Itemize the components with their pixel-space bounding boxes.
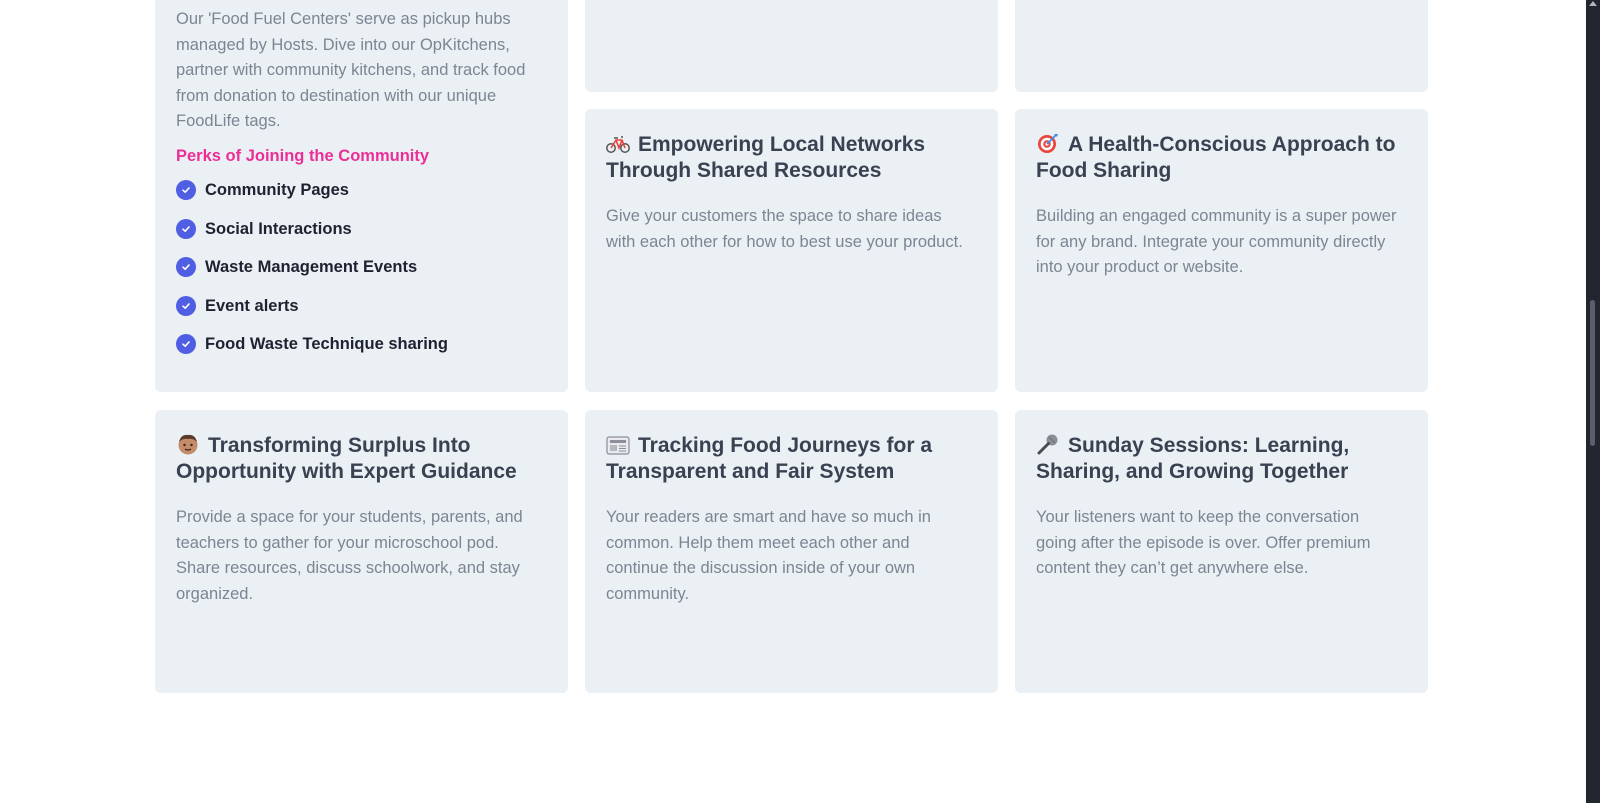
perk-item: Social Interactions: [176, 218, 448, 258]
perk-label: Community Pages: [205, 181, 349, 199]
microphone-icon: [1036, 433, 1060, 455]
newspaper-icon: [606, 435, 630, 457]
scrollbar-thumb[interactable]: [1590, 300, 1595, 446]
feature-card: Sunday Sessions: Learning, Sharing, and …: [1015, 410, 1428, 693]
card-description: Your readers are smart and have so much …: [606, 508, 931, 603]
feature-card: A Health-Conscious Approach to Food Shar…: [1015, 109, 1428, 392]
target-icon: [1036, 132, 1060, 154]
card-title-text: Transforming Surplus Into Opportunity wi…: [176, 434, 517, 483]
check-circle-icon: [176, 180, 196, 200]
bicycle-icon: [606, 134, 630, 156]
perk-item: Food Waste Technique sharing: [176, 334, 448, 373]
card-title-text: Empowering Local Networks Through Shared…: [606, 133, 926, 182]
perk-label: Waste Management Events: [205, 258, 418, 277]
check-circle-icon: [176, 295, 196, 316]
perk-label: Social Interactions: [205, 219, 352, 238]
perks-list: Community Pages Social Interactions Wast…: [176, 180, 448, 373]
scroll-up-arrow-icon[interactable]: [1588, 0, 1598, 8]
intro-card-description: Our 'Food Fuel Centers' serve as pickup …: [176, 10, 526, 131]
intro-card: Our 'Food Fuel Centers' serve as pickup …: [155, 0, 568, 392]
perk-item: Community Pages: [176, 180, 448, 219]
feature-card: Empowering Local Networks Through Shared…: [585, 109, 998, 392]
check-circle-icon: [176, 257, 196, 278]
check-circle-icon: [176, 334, 196, 355]
card-description: Your listeners want to keep the conversa…: [1036, 508, 1371, 578]
perk-item: Waste Management Events: [176, 257, 448, 296]
card-description: Building an engaged community is a super…: [1036, 207, 1397, 277]
feature-card: Transforming Surplus Into Opportunity wi…: [155, 410, 568, 693]
feature-card: Tracking Food Journeys for a Transparent…: [585, 410, 998, 693]
vertical-scrollbar[interactable]: [1586, 0, 1600, 803]
top-card-partial: [1015, 0, 1428, 92]
card-description: Give your customers the space to share i…: [606, 207, 963, 251]
perk-label: Event alerts: [205, 296, 299, 315]
card-title-text: Tracking Food Journeys for a Transparent…: [606, 434, 933, 483]
check-circle-icon: [176, 218, 196, 239]
card-title: Tracking Food Journeys for a Transparent…: [606, 433, 981, 485]
card-title: Sunday Sessions: Learning, Sharing, and …: [1036, 433, 1411, 485]
perks-heading: Perks of Joining the Community: [176, 147, 430, 165]
person-icon: [176, 433, 200, 455]
perk-label: Food Waste Technique sharing: [205, 335, 448, 354]
page: Our 'Food Fuel Centers' serve as pickup …: [0, 0, 1586, 803]
card-description: Provide a space for your students, paren…: [176, 508, 523, 603]
card-title-text: A Health-Conscious Approach to Food Shar…: [1036, 133, 1396, 182]
card-title: A Health-Conscious Approach to Food Shar…: [1036, 132, 1411, 184]
card-title: Empowering Local Networks Through Shared…: [606, 132, 976, 184]
card-title: Transforming Surplus Into Opportunity wi…: [176, 433, 551, 485]
card-title-text: Sunday Sessions: Learning, Sharing, and …: [1036, 434, 1350, 483]
perk-item: Event alerts: [176, 295, 448, 335]
top-card-partial: [585, 0, 998, 92]
